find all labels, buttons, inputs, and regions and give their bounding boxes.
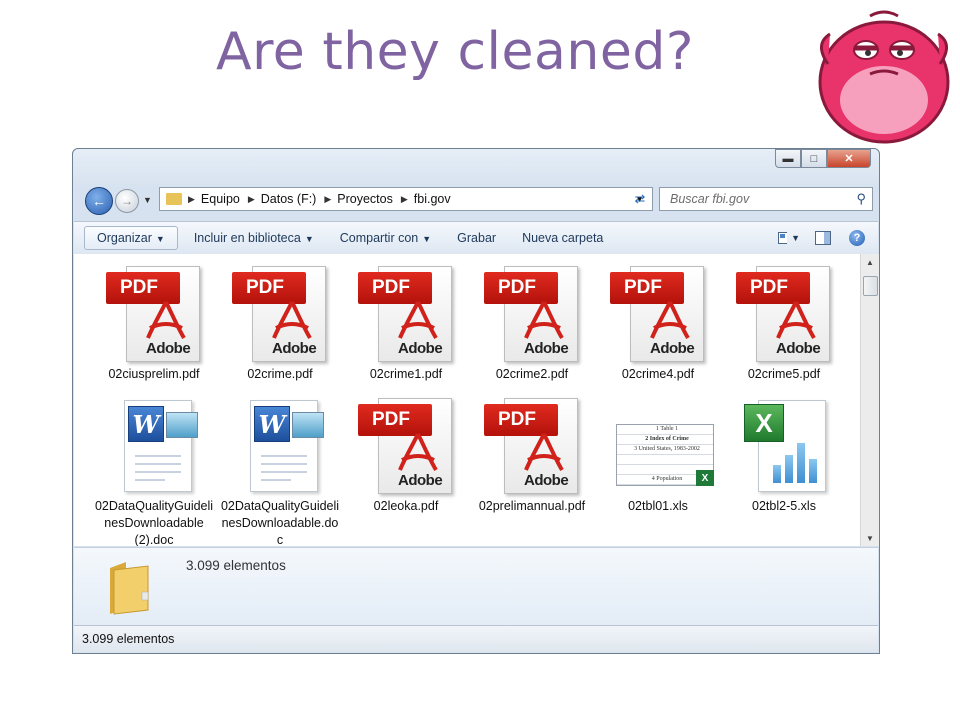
pdf-file-icon: PDF Adobe bbox=[608, 262, 708, 362]
details-pane: 3.099 elementos bbox=[74, 547, 878, 626]
share-with-label: Compartir con bbox=[339, 231, 419, 245]
file-name: 02crime1.pdf bbox=[369, 367, 443, 381]
chevron-down-icon: ▼ bbox=[791, 233, 800, 243]
breadcrumb-fbi[interactable]: ▶ fbi.gov bbox=[401, 192, 451, 206]
file-item[interactable]: PDF Adobe 02leoka.pdf bbox=[346, 394, 466, 515]
refresh-icon[interactable]: ⇄ bbox=[629, 189, 651, 209]
search-icon[interactable]: ⚲ bbox=[856, 191, 866, 207]
file-item[interactable]: PDF Adobe 02crime.pdf bbox=[220, 262, 340, 383]
back-button[interactable]: ← bbox=[85, 187, 113, 215]
file-item[interactable]: PDF Adobe 02crime2.pdf bbox=[472, 262, 592, 383]
forward-button[interactable]: → bbox=[115, 189, 139, 213]
pane-icon bbox=[815, 231, 831, 245]
explorer-window: ▬ □ ✕ ← → ▼ ▶ Equipo ▶ Datos (F:) ▶ Proyect… bbox=[72, 148, 880, 654]
file-name: 02crime2.pdf bbox=[495, 367, 569, 381]
file-item[interactable]: W 02DataQualityGuidelinesDownloadable (2… bbox=[94, 394, 214, 546]
pdf-file-icon: PDF Adobe bbox=[230, 262, 330, 362]
spreadsheet-preview-icon: 1 Table 1 2 Index of Crime 3 United Stat… bbox=[608, 394, 714, 494]
address-bar[interactable]: ▶ Equipo ▶ Datos (F:) ▶ Proyectos ▶ fbi.gov … bbox=[159, 187, 653, 211]
help-icon: ? bbox=[849, 230, 865, 246]
organize-label: Organizar bbox=[97, 231, 152, 245]
scroll-down-icon[interactable]: ▼ bbox=[861, 530, 879, 546]
file-item[interactable]: X 02tbl2-5.xls bbox=[724, 394, 844, 515]
file-item[interactable]: 1 Table 1 2 Index of Crime 3 United Stat… bbox=[598, 394, 718, 515]
file-name: 02DataQualityGuidelinesDownloadable (2).… bbox=[94, 499, 214, 546]
chevron-right-icon: ▶ bbox=[188, 193, 195, 204]
file-name: 02ciusprelim.pdf bbox=[108, 367, 200, 381]
scroll-thumb[interactable] bbox=[863, 276, 878, 296]
minimize-button[interactable]: ▬ bbox=[775, 149, 801, 168]
file-name: 02tbl2-5.xls bbox=[752, 499, 816, 513]
item-count: 3.099 elementos bbox=[186, 558, 286, 573]
history-dropdown-icon[interactable]: ▼ bbox=[143, 195, 152, 205]
file-item[interactable]: PDF Adobe 02crime1.pdf bbox=[346, 262, 466, 383]
status-count: 3.099 elementos bbox=[82, 632, 175, 646]
pink-monster-icon bbox=[818, 10, 950, 144]
breadcrumb-label: Proyectos bbox=[337, 192, 393, 206]
chevron-down-icon: ▼ bbox=[155, 234, 165, 244]
chevron-down-icon: ▼ bbox=[422, 234, 432, 244]
search-placeholder: Buscar fbi.gov bbox=[670, 192, 750, 206]
breadcrumb-label: fbi.gov bbox=[413, 192, 451, 206]
folder-icon bbox=[166, 193, 182, 205]
word-file-icon: W bbox=[230, 394, 330, 494]
organize-button[interactable]: Organizar ▼ bbox=[84, 226, 178, 250]
file-name: 02crime5.pdf bbox=[747, 367, 821, 381]
close-button[interactable]: ✕ bbox=[827, 149, 871, 168]
chevron-right-icon: ▶ bbox=[400, 193, 408, 204]
file-name: 02leoka.pdf bbox=[373, 499, 439, 513]
file-name: 02tbl01.xls bbox=[628, 499, 688, 513]
help-button[interactable]: ? bbox=[846, 229, 868, 247]
slide-title: Are they cleaned? bbox=[216, 22, 694, 82]
breadcrumb-proyectos[interactable]: ▶ Proyectos bbox=[324, 192, 393, 206]
pdf-file-icon: PDF Adobe bbox=[356, 262, 456, 362]
file-list: PDF Adobe 02ciusprelim.pdf PDF Adobe 02c… bbox=[74, 254, 860, 546]
command-bar: Organizar ▼ Incluir en biblioteca ▼ Compar… bbox=[74, 221, 878, 255]
file-item[interactable]: PDF Adobe 02crime4.pdf bbox=[598, 262, 718, 383]
search-input[interactable]: Buscar fbi.gov ⚲ bbox=[659, 187, 873, 211]
scroll-up-icon[interactable]: ▲ bbox=[861, 254, 879, 270]
excel-file-icon: X bbox=[734, 394, 834, 494]
pdf-file-icon: PDF Adobe bbox=[482, 394, 582, 494]
new-folder-button[interactable]: Nueva carpeta bbox=[512, 227, 613, 249]
file-name: 02crime.pdf bbox=[247, 367, 313, 381]
word-file-icon: W bbox=[104, 394, 204, 494]
pdf-file-icon: PDF Adobe bbox=[482, 262, 582, 362]
burn-button[interactable]: Grabar bbox=[447, 227, 506, 249]
view-icon bbox=[778, 232, 788, 244]
include-library-label: Incluir en biblioteca bbox=[193, 231, 301, 245]
chevron-right-icon: ▶ bbox=[324, 193, 332, 204]
file-item[interactable]: PDF Adobe 02prelimannual.pdf bbox=[472, 394, 592, 515]
breadcrumb-label: Equipo bbox=[200, 192, 240, 206]
maximize-button[interactable]: □ bbox=[801, 149, 827, 168]
file-item[interactable]: PDF Adobe 02crime5.pdf bbox=[724, 262, 844, 383]
navigation-bar: ← → ▼ ▶ Equipo ▶ Datos (F:) ▶ Proyectos ▶ fb… bbox=[81, 185, 873, 215]
breadcrumb-equipo[interactable]: ▶ Equipo bbox=[188, 192, 240, 206]
share-with-button[interactable]: Compartir con ▼ bbox=[330, 227, 441, 249]
breadcrumb-datos[interactable]: ▶ Datos (F:) bbox=[248, 192, 316, 206]
chevron-right-icon: ▶ bbox=[247, 193, 255, 204]
vertical-scrollbar[interactable]: ▲ ▼ bbox=[860, 254, 879, 546]
file-name: 02prelimannual.pdf bbox=[478, 499, 586, 513]
breadcrumb-label: Datos (F:) bbox=[260, 192, 317, 206]
pdf-file-icon: PDF Adobe bbox=[356, 394, 456, 494]
preview-pane-icon[interactable] bbox=[812, 229, 834, 247]
status-bar: 3.099 elementos bbox=[74, 625, 878, 652]
file-name: 02DataQualityGuidelinesDownloadable.doc bbox=[220, 499, 340, 546]
folder-icon bbox=[110, 562, 149, 615]
include-library-button[interactable]: Incluir en biblioteca ▼ bbox=[184, 227, 324, 249]
file-item[interactable]: PDF Adobe 02ciusprelim.pdf bbox=[94, 262, 214, 383]
chevron-down-icon: ▼ bbox=[304, 234, 314, 244]
view-options-icon[interactable]: ▼ bbox=[778, 229, 800, 247]
pdf-file-icon: PDF Adobe bbox=[104, 262, 204, 362]
window-controls: ▬ □ ✕ bbox=[775, 149, 871, 168]
file-name: 02crime4.pdf bbox=[621, 367, 695, 381]
pdf-file-icon: PDF Adobe bbox=[734, 262, 834, 362]
file-item[interactable]: W 02DataQualityGuidelinesDownloadable.do… bbox=[220, 394, 340, 546]
